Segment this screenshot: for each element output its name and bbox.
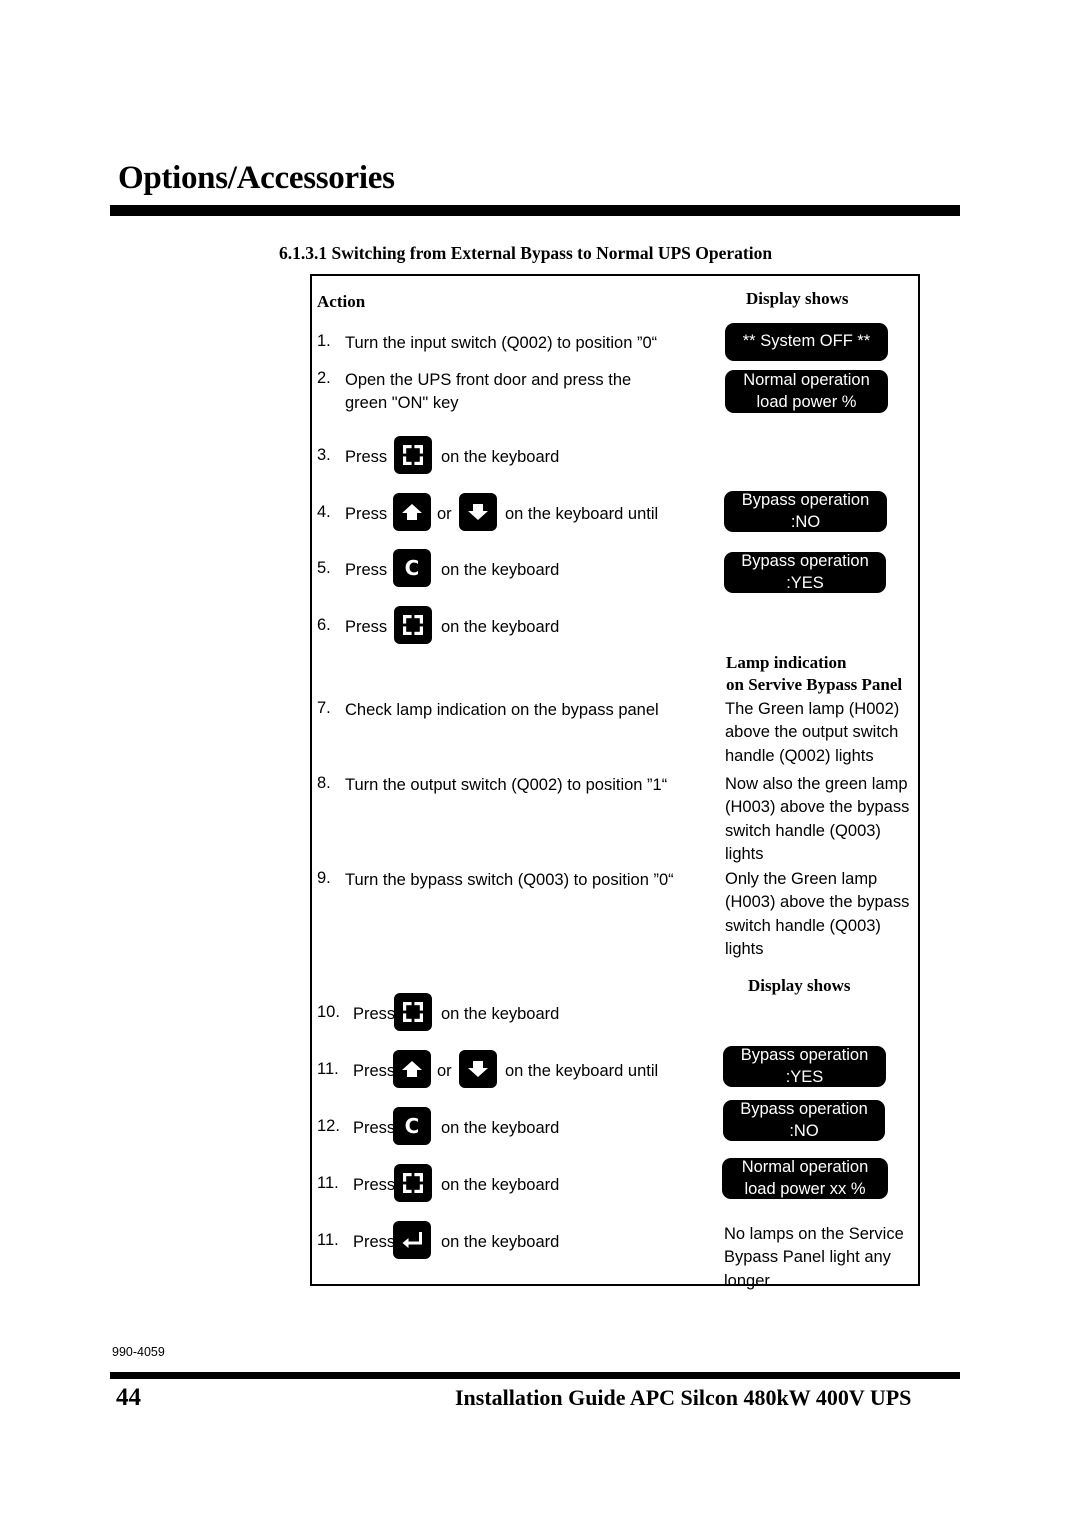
step-text: Press bbox=[345, 618, 388, 636]
step-text: Turn the output switch (Q002) to positio… bbox=[345, 776, 668, 794]
step-text-after: on the keyboard until bbox=[505, 1062, 659, 1080]
display-line-2: load power % bbox=[756, 392, 857, 411]
column-header-display-shows-top: Display shows bbox=[746, 289, 849, 308]
footer-divider bbox=[110, 1372, 960, 1379]
display-line-2: :YES bbox=[786, 573, 824, 592]
final-note: No lamps on the Service Bypass Panel lig… bbox=[724, 1225, 904, 1290]
step-text-after: on the keyboard until bbox=[505, 505, 659, 523]
step-text: Open the UPS front door and press the gr… bbox=[345, 371, 632, 413]
display-line-2: :YES bbox=[785, 1067, 824, 1086]
display-readout: Normal operation load power xx % bbox=[722, 1158, 888, 1199]
step-text: Press bbox=[353, 1233, 396, 1251]
display-line-2: :NO bbox=[790, 512, 821, 531]
step-text-after: on the keyboard bbox=[441, 1119, 560, 1137]
document-code: 990-4059 bbox=[112, 1345, 165, 1359]
display-frame-key-icon[interactable] bbox=[394, 1164, 432, 1202]
step-text-between: or bbox=[437, 505, 452, 523]
column-header-action: Action bbox=[317, 292, 366, 311]
step-text: Turn the input switch (Q002) to position… bbox=[345, 334, 658, 352]
display-line-1: Bypass operation bbox=[741, 552, 869, 571]
step-number: 11. bbox=[317, 1231, 339, 1249]
arrow-up-key-icon[interactable] bbox=[393, 493, 431, 531]
page-number: 44 bbox=[116, 1384, 141, 1411]
lamp-indication-note: The Green lamp (H002) above the output s… bbox=[725, 700, 900, 765]
step-number: 5. bbox=[317, 559, 331, 577]
step-text: Press bbox=[353, 1119, 396, 1137]
footer-title: Installation Guide APC Silcon 480kW 400V… bbox=[455, 1385, 912, 1410]
display-line-1: Bypass operation bbox=[740, 1046, 869, 1065]
step-number: 7. bbox=[317, 699, 331, 717]
step-text: Press bbox=[353, 1176, 396, 1194]
display-frame-key-icon[interactable] bbox=[394, 993, 432, 1031]
step-number: 1. bbox=[317, 332, 331, 350]
column-header-display-shows-bottom: Display shows bbox=[748, 976, 851, 995]
lamp-indication-note: Only the Green lamp (H003) above the byp… bbox=[725, 870, 910, 959]
display-line-1: Normal operation bbox=[743, 371, 870, 390]
step-text: Press bbox=[345, 561, 388, 579]
step-number: 9. bbox=[317, 869, 331, 887]
lamp-indication-note: Now also the green lamp (H003) above the… bbox=[725, 775, 910, 864]
step-text: Press bbox=[345, 448, 388, 466]
display-line-1: Bypass operation bbox=[740, 1100, 868, 1119]
step-text-between: or bbox=[437, 1062, 452, 1080]
step-text-after: on the keyboard bbox=[441, 1233, 560, 1251]
display-readout: ** System OFF ** bbox=[725, 323, 888, 361]
step-text: Check lamp indication on the bypass pane… bbox=[345, 701, 659, 719]
step-text-after: on the keyboard bbox=[441, 1176, 560, 1194]
step-number: 8. bbox=[317, 774, 331, 792]
step-number: 3. bbox=[317, 446, 331, 464]
display-line-2: :NO bbox=[789, 1121, 819, 1140]
column-header-lamp-indication: Lamp indication on Servive Bypass Panel bbox=[726, 653, 903, 694]
step-text-after: on the keyboard bbox=[441, 618, 560, 636]
arrow-up-key-icon[interactable] bbox=[393, 1050, 431, 1088]
step-number: 11. bbox=[317, 1174, 339, 1192]
letter-c-key-icon[interactable]: C bbox=[393, 549, 431, 587]
display-readout: Bypass operation :NO bbox=[723, 1100, 885, 1141]
display-frame-key-icon[interactable] bbox=[394, 606, 432, 644]
step-number: 10. bbox=[317, 1003, 340, 1021]
enter-key-icon[interactable] bbox=[393, 1221, 431, 1259]
step-text: Turn the bypass switch (Q003) to positio… bbox=[345, 871, 674, 889]
step-number: 2. bbox=[317, 369, 331, 387]
step-text-after: on the keyboard bbox=[441, 1005, 560, 1023]
step-number: 11. bbox=[317, 1060, 339, 1078]
step-number: 4. bbox=[317, 503, 331, 521]
step-text-after: on the keyboard bbox=[441, 448, 560, 466]
step-number: 6. bbox=[317, 616, 331, 634]
step-text: Press bbox=[353, 1005, 396, 1023]
header-divider bbox=[110, 205, 960, 216]
display-line-2: load power xx % bbox=[744, 1179, 866, 1198]
display-readout: Bypass operation :YES bbox=[724, 552, 886, 593]
letter-c-key-icon[interactable]: C bbox=[393, 1107, 431, 1145]
arrow-down-key-icon[interactable] bbox=[459, 493, 497, 531]
step-text-after: on the keyboard bbox=[441, 561, 560, 579]
step-text: Press bbox=[353, 1062, 396, 1080]
arrow-down-key-icon[interactable] bbox=[459, 1050, 497, 1088]
display-line-1: ** System OFF ** bbox=[742, 332, 871, 351]
step-text: Press bbox=[345, 505, 388, 523]
key-letter: C bbox=[404, 556, 420, 580]
display-readout: Normal operation load power % bbox=[725, 370, 888, 413]
display-line-1: Normal operation bbox=[741, 1158, 869, 1177]
key-letter: C bbox=[404, 1114, 420, 1138]
display-frame-key-icon[interactable] bbox=[394, 436, 432, 474]
section-heading: 6.1.3.1 Switching from External Bypass t… bbox=[279, 243, 773, 263]
display-readout: Bypass operation :NO bbox=[724, 491, 887, 532]
display-line-1: Bypass operation bbox=[741, 491, 870, 510]
page-title: Options/Accessories bbox=[118, 160, 395, 196]
display-readout: Bypass operation :YES bbox=[723, 1046, 886, 1087]
step-number: 12. bbox=[317, 1117, 340, 1135]
